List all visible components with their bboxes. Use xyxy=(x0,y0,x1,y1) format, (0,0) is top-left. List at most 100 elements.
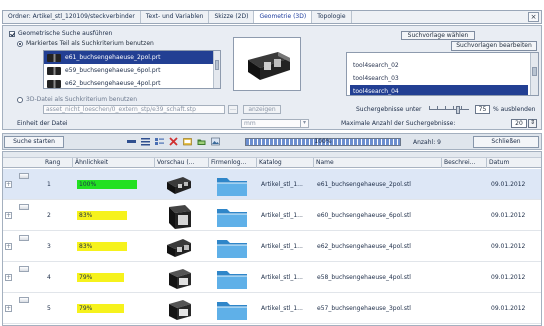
preview-cell xyxy=(161,262,205,293)
slider-handle[interactable] xyxy=(456,106,460,114)
close-button[interactable]: Schließen xyxy=(473,136,539,148)
file3d-path-field[interactable]: asset_nicht_loeschen/0_extern_stp/e39_sc… xyxy=(43,105,225,114)
max-results-label: Maximale Anzahl der Suchergebnisse: xyxy=(341,120,456,127)
chevron-down-icon[interactable]: ▾ xyxy=(300,120,308,127)
logo-cell xyxy=(215,169,255,200)
image-icon[interactable] xyxy=(211,137,220,146)
threshold-slider[interactable] xyxy=(429,106,469,114)
column-header-rang[interactable]: Rang xyxy=(43,158,73,168)
name-cell: e60_buchsengehaeuse_6pol.stl xyxy=(317,212,411,219)
max-results-field[interactable]: 20 xyxy=(511,119,527,128)
catalog-cell: Artikel_stl_1... xyxy=(261,212,303,219)
marked-part-option[interactable]: Markiertes Teil als Suchkriterium benutz… xyxy=(17,40,154,47)
column-header-name[interactable]: Name xyxy=(314,158,442,168)
search-progress-bar: 100% xyxy=(245,138,401,146)
table-row[interactable]: +2 83% Artikel_stl_1... e60_buchsengehaeuse… xyxy=(3,200,541,231)
similarity-bar: 79% xyxy=(77,304,124,313)
list-item[interactable]: e61_buchsengehaeuse_2pol.prt xyxy=(44,51,220,64)
part-icon xyxy=(47,79,61,88)
select-template-button[interactable]: Suchvorlage wählen xyxy=(401,31,475,40)
template-list[interactable]: tool4search_02 tool4search_03 tool4searc… xyxy=(346,52,539,96)
file-name: e59_buchsengehaeuse_6pol.prt xyxy=(65,67,161,74)
close-tab-icon[interactable]: × xyxy=(528,12,539,22)
expand-icon[interactable]: + xyxy=(5,274,12,281)
scroll-thumb[interactable] xyxy=(215,60,219,70)
unit-select[interactable]: mm ▾ xyxy=(241,119,309,128)
file-list-scrollbar[interactable] xyxy=(213,51,220,88)
part-file-list[interactable]: e61_buchsengehaeuse_2pol.prt e59_buchsen… xyxy=(43,50,221,89)
marked-part-label: Markiertes Teil als Suchkriterium benutz… xyxy=(26,40,154,47)
geometric-search-checkbox[interactable] xyxy=(9,30,15,37)
spinner-icon[interactable]: ⇕ xyxy=(528,119,537,128)
tab-text-variablen[interactable]: Text- und Variablen xyxy=(141,11,210,23)
tab-bar: Ordner: Artikel_stl_120109/steckverbinde… xyxy=(2,10,542,24)
expand-icon[interactable]: + xyxy=(5,243,12,250)
slider-tick xyxy=(445,106,446,109)
expand-icon[interactable]: + xyxy=(5,305,12,312)
list-view-icon[interactable] xyxy=(127,137,136,146)
list-item[interactable]: tool4search_04 xyxy=(350,85,528,95)
table-row[interactable]: +4 79% Artikel_stl_1... e58_buchsengehaeuse… xyxy=(3,262,541,293)
part-thumbnail-image xyxy=(167,176,191,194)
tab-skizze[interactable]: Skizze (2D) xyxy=(209,11,255,23)
file-name: e61_buchsengehaeuse_2pol.prt xyxy=(65,54,161,61)
description-cell xyxy=(445,169,485,200)
open-folder-icon[interactable] xyxy=(197,137,206,146)
column-header-description[interactable]: Beschrei... xyxy=(442,158,487,168)
column-header-preview[interactable]: Vorschau (... xyxy=(155,158,209,168)
part-icon xyxy=(47,53,61,62)
table-row[interactable]: +5 79% Artikel_stl_1... e57_buchsengehaeuse… xyxy=(3,293,541,324)
tab-geometrie[interactable]: Geometrie (3D) xyxy=(254,11,313,23)
similarity-cell: 83% xyxy=(77,200,153,231)
list-item[interactable]: e62_buchsengehaeuse_4pol.prt xyxy=(44,77,220,88)
name-cell: e58_buchsengehaeuse_4pol.stl xyxy=(317,274,411,281)
rank-cell: 1 xyxy=(47,181,51,188)
column-header-date[interactable]: Datum xyxy=(487,158,541,168)
preview-cell xyxy=(161,293,205,324)
similarity-cell: 79% xyxy=(77,293,153,324)
show-button[interactable]: anzeigen xyxy=(243,105,281,114)
similarity-cell: 100% xyxy=(77,169,153,200)
column-header-similarity[interactable]: Ähnlichkeit xyxy=(73,158,155,168)
catalog-cell: Artikel_stl_1... xyxy=(261,181,303,188)
export-icon[interactable] xyxy=(183,137,192,146)
document-icon xyxy=(19,235,29,241)
date-cell: 09.01.2012 xyxy=(491,305,526,312)
threshold-field[interactable]: 75 xyxy=(475,105,490,114)
rank-cell: 4 xyxy=(47,274,51,281)
name-cell: e62_buchsengehaeuse_4pol.stl xyxy=(317,243,411,250)
file3d-option[interactable]: 3D-Datei als Suchkriterium benutzen xyxy=(17,96,137,103)
template-list-scrollbar[interactable] xyxy=(530,53,538,95)
part-thumbnail-image xyxy=(169,268,191,289)
marked-part-radio[interactable] xyxy=(17,40,23,47)
tab-topologie[interactable]: Topologie xyxy=(312,11,352,23)
details-view-icon[interactable] xyxy=(141,137,150,146)
document-icon xyxy=(19,204,29,210)
column-header-catalog[interactable]: Katalog xyxy=(257,158,314,168)
list-item[interactable]: e59_buchsengehaeuse_6pol.prt xyxy=(44,64,220,77)
preview-cell xyxy=(161,231,205,262)
date-cell: 09.01.2012 xyxy=(491,212,526,219)
thumbnail-view-icon[interactable] xyxy=(155,137,164,146)
list-item[interactable]: tool4search_02 xyxy=(350,59,528,72)
preview-cell xyxy=(161,169,205,200)
file3d-radio[interactable] xyxy=(17,96,23,103)
list-item[interactable]: tool4search_03 xyxy=(350,72,528,85)
tab-ordner[interactable]: Ordner: Artikel_stl_120109/steckverbinde… xyxy=(3,11,141,23)
delete-icon[interactable] xyxy=(169,137,178,146)
geometric-search-option[interactable]: Geometrische Suche ausführen xyxy=(9,30,112,37)
table-row[interactable]: +1 100% Artikel_stl_1... e61_buchsengehaeus… xyxy=(3,169,541,200)
similarity-bar: 100% xyxy=(77,180,137,189)
table-row[interactable]: +3 83% Artikel_stl_1... e62_buchsengehaeuse… xyxy=(3,231,541,262)
part-icon xyxy=(47,66,61,75)
column-header-logo[interactable]: Firmenlog... xyxy=(209,158,257,168)
start-search-button[interactable]: Suche starten xyxy=(4,136,64,148)
expand-icon[interactable]: + xyxy=(5,181,12,188)
expand-icon[interactable]: + xyxy=(5,212,12,219)
scroll-thumb[interactable] xyxy=(532,67,537,76)
result-count-label: Anzahl: 9 xyxy=(413,139,441,146)
edit-templates-button[interactable]: Suchvorlagen bearbeiten xyxy=(451,41,537,51)
geometric-search-label: Geometrische Suche ausführen xyxy=(18,30,113,37)
rank-cell: 5 xyxy=(47,305,51,312)
browse-icon[interactable]: … xyxy=(228,105,238,114)
